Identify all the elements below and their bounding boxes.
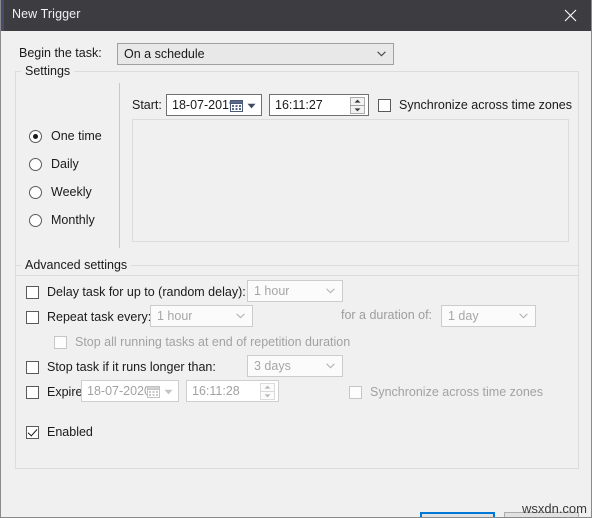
stop-task-label: Stop task if it runs longer than: (47, 360, 216, 374)
radio-one-time[interactable]: One time (29, 127, 102, 145)
settings-divider (119, 83, 120, 248)
sync-time-zones-expire-box (349, 385, 362, 399)
radio-weekly-label: Weekly (51, 185, 92, 199)
start-time-field[interactable]: 16:11:27 (269, 94, 369, 116)
radio-daily-label: Daily (51, 157, 79, 171)
enabled-label: Enabled (47, 425, 93, 439)
start-label: Start: (132, 98, 162, 112)
chevron-down-icon (326, 363, 335, 369)
watermark: wsxdn.com (521, 501, 587, 516)
advanced-settings-group-title: Advanced settings (21, 258, 132, 272)
calendar-dropdown-icon[interactable] (164, 389, 173, 395)
repeat-interval-value: 1 hour (157, 309, 193, 323)
stop-all-tasks-label: Stop all running tasks at end of repetit… (75, 335, 351, 349)
begin-task-label: Begin the task: (19, 46, 102, 60)
repeat-task-box (26, 310, 39, 324)
radio-daily-indicator (29, 157, 42, 171)
expire-time-value: 16:11:28 (192, 384, 240, 398)
sync-time-zones-start-label: Synchronize across time zones (399, 98, 572, 112)
delay-duration-combo[interactable]: 1 hour (247, 280, 343, 302)
radio-weekly-indicator (29, 185, 42, 199)
expire-date-value: 18-07-2020 (87, 384, 151, 398)
settings-group-title: Settings (21, 64, 75, 78)
duration-label: for a duration of: (341, 308, 433, 322)
radio-daily[interactable]: Daily (29, 155, 79, 173)
ok-button[interactable]: OK (420, 512, 495, 517)
sync-time-zones-start-checkbox[interactable]: Synchronize across time zones (378, 96, 572, 114)
radio-monthly-indicator (29, 213, 42, 227)
stop-all-tasks-box (54, 335, 67, 349)
close-icon (564, 9, 576, 22)
stop-task-duration-combo[interactable]: 3 days (247, 355, 343, 377)
chevron-down-icon (519, 313, 528, 319)
expire-time-field[interactable]: 16:11:28 (186, 380, 279, 402)
radio-monthly[interactable]: Monthly (29, 211, 95, 229)
title-bar-accent (1, 0, 4, 31)
calendar-dropdown-icon[interactable] (247, 103, 256, 109)
new-trigger-dialog: New Trigger Begin the task: On a schedul… (0, 0, 592, 518)
enabled-box (26, 425, 39, 439)
sync-time-zones-start-box (378, 98, 391, 112)
sync-time-zones-expire-checkbox[interactable]: Synchronize across time zones (349, 383, 543, 401)
repeat-task-label: Repeat task every: (47, 310, 152, 324)
calendar-icon (230, 100, 243, 112)
start-date-value: 18-07-2019 (172, 98, 236, 112)
stop-all-tasks-checkbox[interactable]: Stop all running tasks at end of repetit… (54, 333, 350, 351)
radio-one-time-indicator (29, 129, 42, 143)
chevron-down-icon (326, 288, 335, 294)
start-time-value: 16:11:27 (275, 98, 323, 112)
stop-task-duration-value: 3 days (254, 359, 291, 373)
spinner-icon[interactable] (350, 97, 365, 114)
expire-checkbox[interactable]: Expire: (26, 383, 86, 401)
duration-value: 1 day (448, 309, 479, 323)
radio-one-time-label: One time (51, 129, 102, 143)
repeat-task-checkbox[interactable]: Repeat task every: (26, 308, 151, 326)
duration-combo[interactable]: 1 day (441, 305, 536, 327)
dialog-body: Begin the task: On a schedule Settings O… (1, 31, 591, 517)
spinner-icon[interactable] (260, 383, 275, 400)
delay-duration-value: 1 hour (254, 284, 290, 298)
expire-box (26, 385, 39, 399)
schedule-detail-panel (132, 119, 569, 242)
close-button[interactable] (547, 0, 591, 31)
begin-task-combo[interactable]: On a schedule (117, 43, 394, 65)
chevron-down-icon (236, 313, 245, 319)
chevron-down-icon (377, 51, 386, 57)
expire-date-field[interactable]: 18-07-2020 (81, 380, 179, 402)
sync-time-zones-expire-label: Synchronize across time zones (370, 385, 543, 399)
delay-task-label: Delay task for up to (random delay): (47, 285, 246, 299)
radio-monthly-label: Monthly (51, 213, 95, 227)
repeat-interval-combo[interactable]: 1 hour (150, 305, 253, 327)
radio-weekly[interactable]: Weekly (29, 183, 92, 201)
stop-task-checkbox[interactable]: Stop task if it runs longer than: (26, 358, 216, 376)
start-date-field[interactable]: 18-07-2019 (166, 94, 262, 116)
title-bar: New Trigger (1, 0, 591, 32)
delay-task-box (26, 285, 39, 299)
stop-task-box (26, 360, 39, 374)
enabled-checkbox[interactable]: Enabled (26, 423, 93, 441)
begin-task-combo-value: On a schedule (124, 47, 205, 61)
delay-task-checkbox[interactable]: Delay task for up to (random delay): (26, 283, 246, 301)
calendar-icon (147, 386, 160, 398)
window-title: New Trigger (12, 7, 81, 21)
